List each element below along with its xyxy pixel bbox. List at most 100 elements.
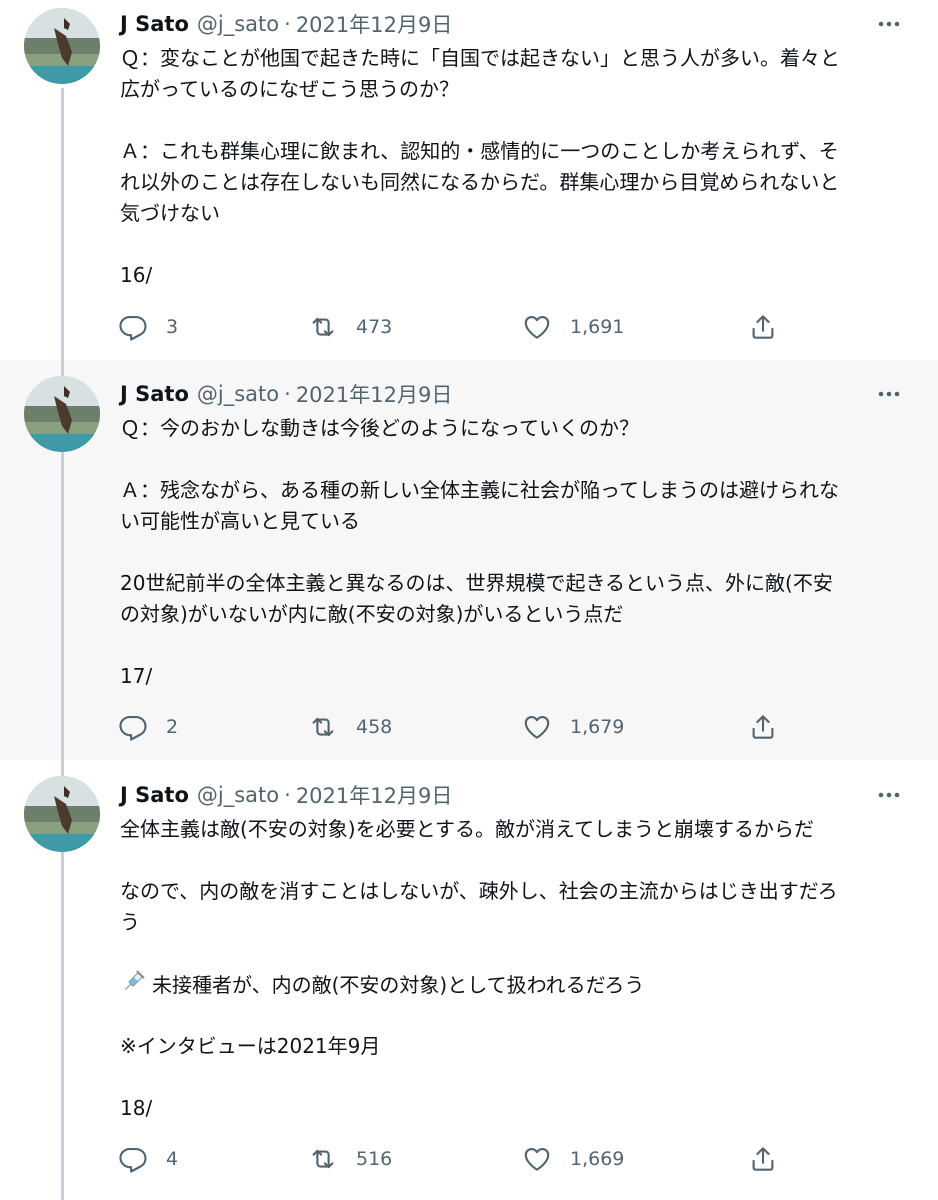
syringe-icon [120,969,146,1004]
reply-button[interactable]: 2 [118,712,178,742]
tweet-text-line: 18/ [120,1093,905,1124]
tweet-text-content: 広がっているのになぜこう思うのか？ [120,77,459,101]
share-button[interactable] [748,312,778,342]
tweet-text-content: 20世紀前半の全体主義と異なるのは、世界規模で起きるという点、外に敵(不安 [120,571,833,595]
tweet-text-content: の対象)がいないが内に敵(不安の対象)がいるという点だ [120,602,624,626]
tweet-text-line: い可能性が高いと見ている [120,506,905,537]
tweet-text: Ｑ：変なことが他国で起きた時に「自国では起きない」と思う人が多い。着々と 広がって… [120,43,905,291]
author-name[interactable]: J Sato [120,382,189,406]
tweet-date[interactable]: 2021年12月9日 [296,780,453,810]
like-button[interactable]: 1,669 [522,1144,624,1174]
author-handle[interactable]: @j_sato [197,12,279,36]
tweet-header: J Sato @j_sato · 2021年12月9日 [120,380,452,408]
tweet-text-content: Ａ：残念ながら、ある種の新しい全体主義に社会が陥ってしまうのは避けられな [120,478,839,502]
tweet-text: Ｑ：今のおかしな動きは今後どのようになっていくのか？ Ａ：残念ながら、ある種の新し… [120,413,905,692]
retweet-icon [312,1149,334,1169]
reply-icon [119,315,147,341]
avatar[interactable] [24,8,100,84]
retweet-icon [312,717,334,737]
retweet-count: 458 [356,716,393,738]
tweet-text-content: なので、内の敵を消すことはしないが、疎外し、社会の主流からはじき出すだろ [120,879,838,903]
share-icon [752,715,774,739]
share-button[interactable] [748,1144,778,1174]
author-handle[interactable]: @j_sato [197,382,279,406]
tweet-16[interactable]: J Sato @j_sato · 2021年12月9日 Ｑ：変なことが他国で起き… [0,0,938,360]
reply-count: 4 [166,1148,179,1170]
tweet-text-line: 16/ [120,260,905,291]
share-button[interactable] [748,712,778,742]
avatar[interactable] [24,376,100,452]
more-icon[interactable] [876,381,902,407]
thread-connector [61,452,64,760]
tweet-text-content: 気づけない [120,201,220,225]
tweet-date[interactable]: 2021年12月9日 [296,379,453,409]
tweet-text-line: なので、内の敵を消すことはしないが、疎外し、社会の主流からはじき出すだろ [120,876,905,907]
tweet-header: J Sato @j_sato · 2021年12月9日 [120,781,452,809]
like-count: 1,669 [570,1148,625,1170]
retweet-button[interactable]: 516 [308,1144,392,1174]
tweet-17[interactable]: J Sato @j_sato · 2021年12月9日 Ｑ：今のおかしな動きは今… [0,360,938,760]
tweet-text-line: ※インタビューは2021年9月 [120,1031,905,1062]
heart-icon [524,1147,550,1171]
tweet-text-line: Ａ：これも群集心理に飲まれ、認知的・感情的に一つのことしか考えられず、そ [120,136,905,167]
more-icon[interactable] [876,782,902,808]
tweet-text-line: う [120,907,905,938]
thread-connector [61,852,64,1200]
tweet-text-content: Ａ：これも群集心理に飲まれ、認知的・感情的に一つのことしか考えられず、そ [120,139,839,163]
tweet-18[interactable]: J Sato @j_sato · 2021年12月9日 全体主義は敵(不安の対象… [0,760,938,1200]
tweet-text-line: 広がっているのになぜこう思うのか？ [120,74,905,105]
thread-connector [61,88,64,360]
retweet-button[interactable]: 458 [308,712,392,742]
share-icon [752,1147,774,1171]
tweet-text-content: Ｑ：変なことが他国で起きた時に「自国では起きない」と思う人が多い。着々と [120,46,840,70]
tweet-text-content: 全体主義は敵(不安の対象)を必要とする。敵が消えてしまうと崩壊するからだ [120,817,815,841]
heart-icon [524,315,550,339]
tweet-text-content: れ以外のことは存在しないも同然になるからだ。群集心理から目覚められないと [120,170,840,194]
tweet-text-line: の対象)がいないが内に敵(不安の対象)がいるという点だ [120,599,905,630]
retweet-icon [312,317,334,337]
reply-button[interactable]: 3 [118,312,178,342]
author-name[interactable]: J Sato [120,12,189,36]
share-icon [752,315,774,339]
tweet-date[interactable]: 2021年12月9日 [296,9,453,39]
tweet-text-content: 未接種者が、内の敵(不安の対象)として扱われるだろう [152,973,645,997]
like-button[interactable]: 1,679 [522,712,624,742]
tweet-actions: 3 473 1,691 [118,312,798,342]
tweet-text-content: う [120,910,140,934]
retweet-count: 516 [356,1148,393,1170]
tweet-text: 全体主義は敵(不安の対象)を必要とする。敵が消えてしまうと崩壊するからだ なので、… [120,814,905,1124]
reply-icon [119,715,147,741]
tweet-text-content: 16/ [120,263,153,287]
tweet-text-line: 全体主義は敵(不安の対象)を必要とする。敵が消えてしまうと崩壊するからだ [120,814,905,845]
like-button[interactable]: 1,691 [522,312,624,342]
like-count: 1,691 [570,316,625,338]
tweet-text-line: 17/ [120,661,905,692]
tweet-text-line: Ｑ：変なことが他国で起きた時に「自国では起きない」と思う人が多い。着々と [120,43,905,74]
tweet-text-line: 気づけない [120,198,905,229]
tweet-text-content: Ｑ：今のおかしな動きは今後どのようになっていくのか？ [120,416,639,440]
tweet-text-line: れ以外のことは存在しないも同然になるからだ。群集心理から目覚められないと [120,167,905,198]
author-name[interactable]: J Sato [120,783,189,807]
more-icon[interactable] [876,11,902,37]
tweet-text-content: 18/ [120,1096,153,1120]
tweet-header: J Sato @j_sato · 2021年12月9日 [120,10,452,38]
reply-count: 3 [166,316,179,338]
author-handle[interactable]: @j_sato [197,783,279,807]
avatar[interactable] [24,776,100,852]
tweet-actions: 4 516 1,669 [118,1144,798,1174]
separator: · [284,382,291,406]
tweet-text-line: 未接種者が、内の敵(不安の対象)として扱われるだろう [120,969,905,1000]
tweet-text-line: Ａ：残念ながら、ある種の新しい全体主義に社会が陥ってしまうのは避けられな [120,475,905,506]
like-count: 1,679 [570,716,625,738]
reply-button[interactable]: 4 [118,1144,178,1174]
separator: · [284,783,291,807]
retweet-button[interactable]: 473 [308,312,392,342]
